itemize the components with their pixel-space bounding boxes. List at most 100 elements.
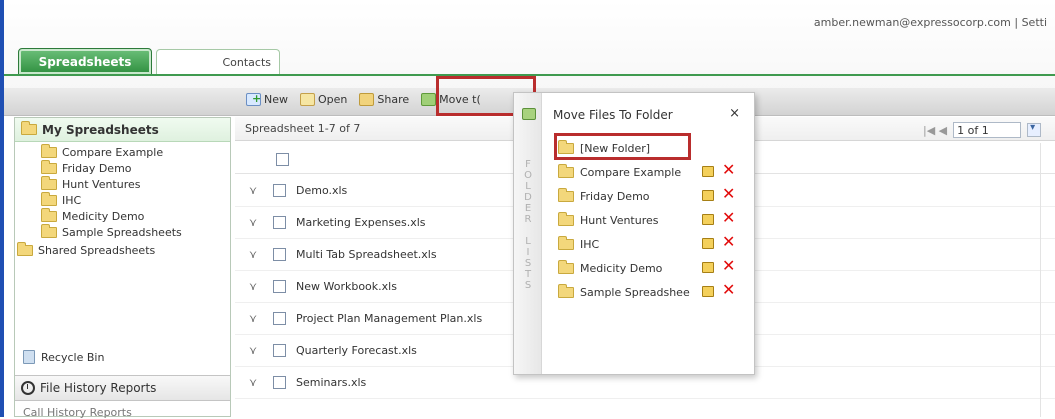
- vertical-label-text: F O L D E R L I S T S: [524, 159, 532, 291]
- delete-icon[interactable]: ✕: [722, 186, 735, 202]
- edit-icon[interactable]: [702, 238, 714, 249]
- page-input[interactable]: 1 of 1: [953, 122, 1022, 138]
- folder-item[interactable]: Friday Demo: [41, 159, 230, 176]
- expand-icon[interactable]: ⋎: [245, 312, 261, 325]
- user-info: amber.newman@expressocorp.com | Setti: [813, 16, 1047, 29]
- folder-icon: [558, 283, 574, 298]
- history-label: File History Reports: [40, 381, 157, 395]
- file-name[interactable]: Quarterly Forecast.xls: [296, 344, 417, 357]
- select-all-checkbox[interactable]: [276, 153, 289, 166]
- row-checkbox[interactable]: [273, 376, 286, 389]
- folder-item[interactable]: Medicity Demo: [41, 207, 230, 224]
- my-spreadsheets-label: My Spreadsheets: [42, 122, 159, 137]
- share-label: Share: [377, 93, 410, 106]
- move-target-folder[interactable]: Compare Example ✕: [558, 160, 748, 184]
- expand-icon[interactable]: ⋎: [245, 344, 261, 357]
- folder-icon: [21, 121, 37, 135]
- delete-icon[interactable]: ✕: [722, 210, 735, 226]
- main-tabs: Spreadsheets Contacts: [18, 48, 280, 75]
- delete-icon[interactable]: ✕: [722, 282, 735, 298]
- folder-item[interactable]: Hunt Ventures: [41, 175, 230, 192]
- edit-icon[interactable]: [702, 166, 714, 177]
- folder-icon: [41, 207, 57, 222]
- row-checkbox[interactable]: [273, 280, 286, 293]
- expand-icon[interactable]: ⋎: [245, 184, 261, 197]
- edit-icon[interactable]: [702, 214, 714, 225]
- folder-label: Hunt Ventures: [580, 213, 659, 227]
- edit-icon[interactable]: [702, 286, 714, 297]
- tab-contacts[interactable]: Contacts: [156, 49, 280, 75]
- folder-item[interactable]: Sample Spreadsheets: [41, 223, 230, 240]
- file-name[interactable]: Marketing Expenses.xls: [296, 216, 426, 229]
- call-history-reports[interactable]: Call History Reports: [23, 406, 132, 419]
- row-checkbox[interactable]: [273, 248, 286, 261]
- new-file-icon: [246, 92, 261, 106]
- folder-icon: [17, 242, 33, 256]
- move-folder-list: [New Folder] Compare Example ✕ Friday De…: [558, 136, 748, 304]
- expand-icon[interactable]: ⋎: [245, 280, 261, 293]
- delete-icon[interactable]: ✕: [722, 234, 735, 250]
- folder-icon: [558, 163, 574, 178]
- share-button[interactable]: Share: [359, 93, 409, 106]
- page-dropdown-icon[interactable]: [1027, 122, 1042, 137]
- folder-item[interactable]: IHC: [41, 191, 230, 208]
- shared-label: Shared Spreadsheets: [38, 244, 156, 257]
- expand-icon[interactable]: ⋎: [245, 376, 261, 389]
- delete-icon[interactable]: ✕: [722, 258, 735, 274]
- open-button[interactable]: Open: [300, 93, 347, 106]
- expand-icon[interactable]: ⋎: [245, 216, 261, 229]
- folder-icon: [41, 223, 57, 238]
- move-target-folder[interactable]: IHC ✕: [558, 232, 748, 256]
- move-folder-icon: [421, 93, 437, 106]
- folder-lists-sidebar: F O L D E R L I S T S: [514, 93, 542, 374]
- close-icon[interactable]: ×: [729, 106, 740, 121]
- expand-icon[interactable]: ⋎: [245, 248, 261, 261]
- vertical-folder-lists-label: F O L D E R L I S T S: [523, 159, 533, 291]
- open-label: Open: [318, 93, 348, 106]
- folder-label: IHC: [580, 237, 600, 251]
- recycle-label: Recycle Bin: [41, 350, 105, 364]
- folder-label: Friday Demo: [62, 161, 132, 175]
- folder-icon: [558, 259, 574, 274]
- edit-icon[interactable]: [702, 262, 714, 273]
- folder-label: Friday Demo: [580, 189, 650, 203]
- file-name[interactable]: Project Plan Management Plan.xls: [296, 312, 482, 325]
- new-button[interactable]: New: [246, 92, 288, 106]
- row-checkbox[interactable]: [273, 216, 286, 229]
- folder-label: Compare Example: [580, 165, 682, 179]
- folder-list: Compare Example Friday Demo Hunt Venture…: [15, 142, 230, 240]
- move-target-folder[interactable]: Medicity Demo ✕: [558, 256, 748, 280]
- row-checkbox[interactable]: [273, 312, 286, 325]
- file-name[interactable]: New Workbook.xls: [296, 280, 397, 293]
- tab-spreadsheets[interactable]: Spreadsheets: [18, 48, 152, 75]
- row-checkbox[interactable]: [273, 344, 286, 357]
- row-checkbox[interactable]: [273, 184, 286, 197]
- edit-icon[interactable]: [702, 190, 714, 201]
- new-folder-label: [New Folder]: [580, 141, 651, 155]
- folder-icon: [41, 191, 57, 206]
- folder-icon: [41, 159, 57, 174]
- folder-label: Medicity Demo: [62, 209, 145, 223]
- my-spreadsheets-header[interactable]: My Spreadsheets: [15, 118, 230, 142]
- folder-label: Sample Spreadshee: [580, 285, 690, 299]
- file-history-reports[interactable]: File History Reports: [15, 375, 230, 401]
- delete-icon[interactable]: ✕: [722, 162, 735, 178]
- file-name[interactable]: Demo.xls: [296, 184, 347, 197]
- folder-icon: [558, 235, 574, 250]
- file-name[interactable]: Seminars.xls: [296, 376, 366, 389]
- folder-label: Medicity Demo: [580, 261, 663, 275]
- folder-item[interactable]: Compare Example: [41, 143, 230, 160]
- pager-arrows[interactable]: |◀ ◀: [923, 124, 947, 137]
- folder-label: Sample Spreadsheets: [62, 225, 182, 239]
- folder-icon: [558, 139, 574, 154]
- folder-label: Compare Example: [62, 145, 164, 159]
- new-folder-item[interactable]: [New Folder]: [558, 136, 748, 160]
- recycle-bin[interactable]: Recycle Bin: [23, 350, 104, 364]
- shared-spreadsheets[interactable]: Shared Spreadsheets: [15, 240, 230, 261]
- move-target-folder[interactable]: Friday Demo ✕: [558, 184, 748, 208]
- folder-icon: [41, 143, 57, 158]
- file-name[interactable]: Multi Tab Spreadsheet.xls: [296, 248, 437, 261]
- move-target-folder[interactable]: Hunt Ventures ✕: [558, 208, 748, 232]
- move-target-folder[interactable]: Sample Spreadshee ✕: [558, 280, 748, 304]
- new-label: New: [264, 93, 288, 106]
